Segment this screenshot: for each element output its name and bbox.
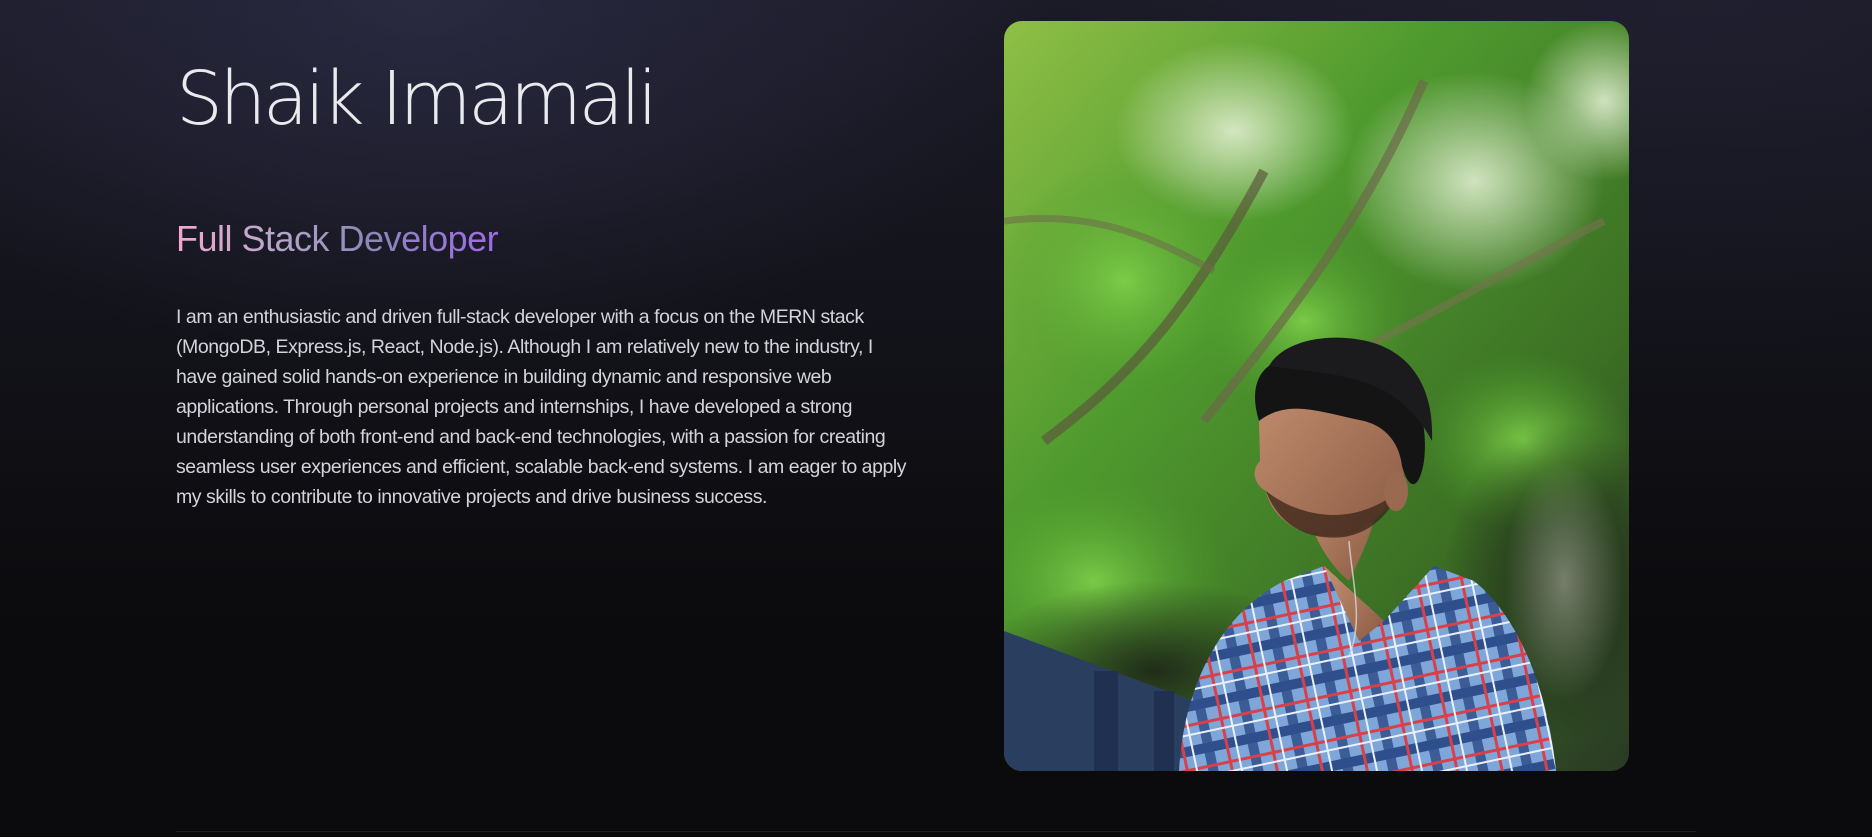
profile-photo [1004,21,1629,771]
role-subtitle: Full Stack Developer [176,216,499,262]
hero-section: Shaik Imamali Full Stack Developer I am … [0,0,1872,837]
section-divider [176,831,1696,832]
page-title: Shaik Imamali [176,56,658,142]
bio-paragraph: I am an enthusiastic and driven full-sta… [176,306,907,508]
